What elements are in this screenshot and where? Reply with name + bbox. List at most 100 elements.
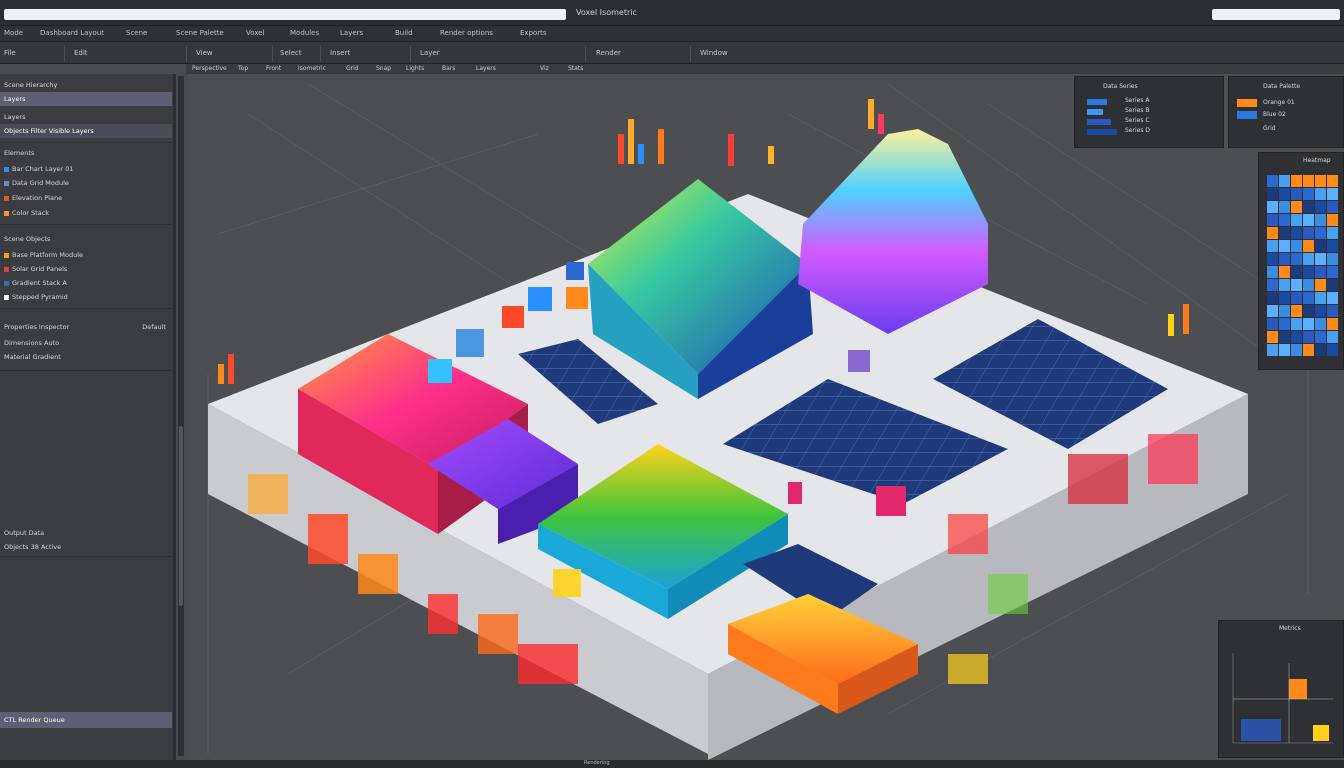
sidebar-item-label: Gradient Stack A [12,279,67,287]
heatmap-cell [1303,201,1314,213]
menu-item-voxel[interactable]: Voxel [246,29,265,37]
panel-title: Heatmap [1303,157,1331,164]
sidebar-divider [0,556,172,557]
menu-item-mode[interactable]: Mode [4,29,23,37]
sidebar-item[interactable]: Bar Chart Layer 01 [0,162,172,176]
object-color-icon [4,266,9,272]
properties-value[interactable]: Default [142,320,166,334]
panel-title: Data Series [1103,83,1138,90]
sidebar-filter-row[interactable]: Objects Filter Visible Layers [0,124,172,138]
palette-swatch [1237,99,1257,107]
toolbar-select[interactable]: Select [280,49,302,57]
view-front[interactable]: Front [266,65,281,72]
heatmap-cell [1267,214,1278,226]
heatmap-cell [1303,344,1314,356]
view-stats[interactable]: Stats [568,65,583,72]
sidebar-item-selected[interactable]: Layers [0,92,172,106]
toolbar-render[interactable]: Render [596,49,621,57]
sidebar-item[interactable]: Elevation Plane [0,191,172,205]
scrollbar-thumb[interactable] [179,426,183,606]
menu-item-scene[interactable]: Scene [126,29,147,37]
sidebar-item[interactable]: Gradient Stack A [0,276,172,290]
sidebar-header: Scene Hierarchy [4,81,58,89]
heatmap-cell [1279,227,1290,239]
toolbar-view[interactable]: View [196,49,213,57]
data-palette-panel[interactable]: Data Palette Orange 01 Blue 02 Grid [1228,76,1344,148]
heatmap-panel[interactable]: Heatmap [1258,152,1344,370]
toolbar-edit[interactable]: Edit [74,49,88,57]
panel-title: Data Palette [1263,83,1301,90]
mini-chart [1232,653,1333,744]
heatmap-cell [1303,253,1314,265]
panel-title: Metrics [1279,625,1301,632]
heatmap-cell [1315,175,1326,187]
view-perspective[interactable]: Perspective [192,65,227,72]
metrics-chart-panel[interactable]: Metrics [1218,620,1344,758]
view-bars[interactable]: Bars [442,65,455,72]
heatmap-cell [1291,292,1302,304]
output-row[interactable]: Objects 38 Active [0,540,172,554]
view-snap[interactable]: Snap [376,65,391,72]
view-grid[interactable]: Grid [346,65,359,72]
layer-color-icon [4,180,9,186]
heatmap-cell [1267,201,1278,213]
view-viz[interactable]: Viz [540,65,549,72]
toolbar-layer[interactable]: Layer [420,49,440,57]
toolbar-file[interactable]: File [4,49,16,57]
sidebar-divider [0,224,172,225]
menu-item-render-options[interactable]: Render options [440,29,493,37]
output-label: Output Data [4,529,45,537]
view-top[interactable]: Top [238,65,248,72]
heatmap-cell [1267,227,1278,239]
sidebar-item[interactable]: Base Platform Module [0,248,172,262]
heatmap-cell [1303,188,1314,200]
heatmap-cell [1291,214,1302,226]
heatmap-cell [1327,227,1338,239]
heatmap-cell [1279,175,1290,187]
render-queue-button[interactable]: CTL Render Queue [0,712,172,728]
series-swatch [1087,109,1103,115]
toolbar-separator [272,46,273,62]
menu-item-dashboard[interactable]: Dashboard Layout [40,29,104,37]
object-color-icon [4,280,9,286]
heatmap-cell [1315,201,1326,213]
heatmap-cell [1291,331,1302,343]
heatmap-cell [1327,253,1338,265]
sidebar-group-label: Elements [4,149,35,157]
heatmap-cell [1267,240,1278,252]
sidebar-scrollbar[interactable] [178,76,184,756]
view-layers[interactable]: Layers [476,65,496,72]
isometric-scene [207,83,1329,760]
heatmap-cell [1291,266,1302,278]
sidebar-item-label: Bar Chart Layer 01 [12,165,74,173]
sidebar-item[interactable]: Solar Grid Panels [0,262,172,276]
heatmap-cell [1327,175,1338,187]
toolbar-window[interactable]: Window [700,49,728,57]
sidebar-item[interactable]: Stepped Pyramid [0,290,172,304]
view-isometric[interactable]: Isometric [298,65,326,72]
toolbar-insert[interactable]: Insert [330,49,350,57]
toolbar-separator [64,46,65,62]
heatmap-cell [1279,305,1290,317]
heatmap-cell [1303,331,1314,343]
heatmap-cell [1267,266,1278,278]
menu-item-layers[interactable]: Layers [340,29,363,37]
view-lights[interactable]: Lights [406,65,424,72]
heatmap-cell [1279,279,1290,291]
object-color-icon [4,252,9,258]
heatmap-cell [1303,240,1314,252]
menu-item-build[interactable]: Build [395,29,413,37]
viewport-canvas[interactable] [188,74,1344,760]
sidebar-item[interactable]: Data Grid Module [0,176,172,190]
menu-item-modules[interactable]: Modules [290,29,319,37]
address-bar-left[interactable] [4,9,566,20]
sidebar-divider [0,370,172,371]
properties-row[interactable]: Dimensions Auto [0,336,172,350]
menu-item-scene-palette[interactable]: Scene Palette [176,29,224,37]
menu-item-exports[interactable]: Exports [520,29,547,37]
sidebar-item[interactable]: Color Stack [0,206,172,220]
properties-row[interactable]: Material Gradient [0,350,172,364]
data-series-panel[interactable]: Data Series Series A Series B Series C S… [1074,76,1224,148]
address-bar-right[interactable] [1212,9,1340,20]
heatmap-cell [1327,240,1338,252]
